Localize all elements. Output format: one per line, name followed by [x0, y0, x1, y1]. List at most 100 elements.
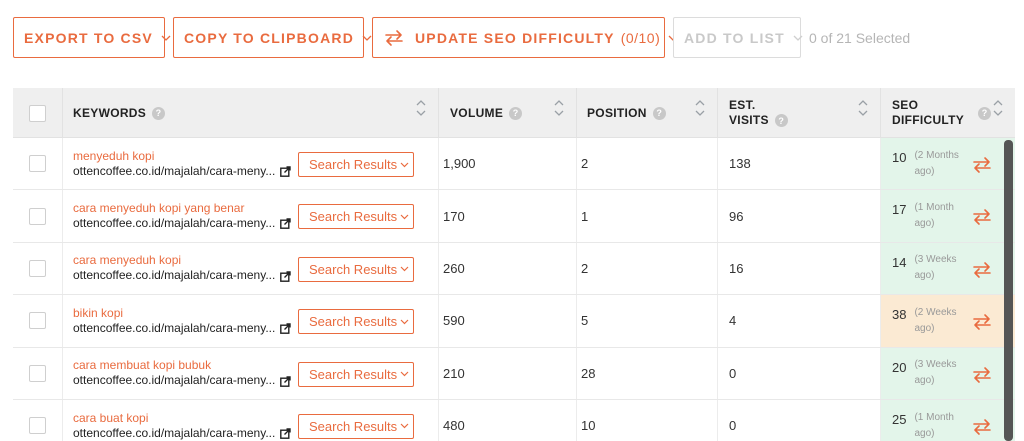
help-icon[interactable]: ? [978, 106, 992, 120]
search-results-label: Search Results [309, 366, 398, 382]
refresh-icon[interactable] [971, 417, 993, 437]
search-results-button[interactable]: Search Results [298, 152, 414, 177]
keyword-text: bikin kopi ottencoffee.co.id/majalah/car… [73, 306, 288, 336]
keyword-url: ottencoffee.co.id/majalah/cara-meny... [73, 163, 276, 178]
refresh-icon[interactable] [971, 365, 993, 385]
sort-icon[interactable] [695, 100, 705, 116]
external-link-icon[interactable] [280, 166, 291, 177]
visits-value: 0 [729, 365, 737, 381]
add-to-list-button[interactable]: ADD TO LIST [673, 17, 803, 58]
refresh-icon[interactable] [971, 155, 993, 175]
sort-icon[interactable] [993, 100, 1003, 116]
search-results-button[interactable]: Search Results [298, 361, 414, 387]
table-row: bikin kopi ottencoffee.co.id/majalah/car… [13, 295, 1015, 348]
visits-value: 138 [729, 156, 751, 172]
external-link-icon[interactable] [280, 428, 291, 439]
search-results-button[interactable]: Search Results [298, 204, 414, 230]
visits-value: 4 [729, 313, 737, 329]
keyword-link[interactable]: bikin kopi [73, 306, 288, 321]
volume-value: 210 [443, 365, 465, 381]
update-seo-difficulty-button[interactable]: UPDATE SEO DIFFICULTY (0/10) [372, 17, 678, 58]
header-volume-label: VOLUME [450, 106, 504, 120]
row-checkbox[interactable] [29, 312, 46, 330]
keyword-url: ottencoffee.co.id/majalah/cara-meny... [73, 216, 276, 231]
keyword-link[interactable]: menyeduh kopi [73, 149, 288, 164]
visits-cell: 138 [718, 138, 881, 190]
row-checkbox[interactable] [29, 417, 46, 435]
search-results-button[interactable]: Search Results [298, 309, 414, 335]
volume-cell: 260 [439, 242, 577, 295]
sort-icon[interactable] [858, 100, 868, 116]
copy-clipboard-button[interactable]: COPY TO CLIPBOARD [173, 17, 372, 58]
help-icon[interactable]: ? [774, 114, 788, 127]
header-position-label: POSITION [587, 106, 647, 120]
keyword-cell: cara menyeduh kopi yang benar ottencoffe… [63, 190, 439, 242]
table-row: cara membuat kopi bubuk ottencoffee.co.i… [13, 347, 1015, 400]
position-value: 5 [581, 313, 589, 329]
sync-icon [383, 28, 405, 48]
keyword-url: ottencoffee.co.id/majalah/cara-meny... [73, 425, 276, 440]
keywords-table: KEYWORDS ? VOLUME ? POSITION ? EST. VISI… [13, 88, 1015, 441]
help-icon[interactable]: ? [652, 106, 666, 120]
row-checkbox[interactable] [29, 155, 46, 173]
chevron-down-icon [362, 35, 372, 41]
keyword-link[interactable]: cara membuat kopi bubuk [73, 358, 288, 373]
position-cell: 1 [577, 190, 718, 242]
select-all-checkbox[interactable] [29, 104, 46, 122]
seo-updated-ago: (1 Month ago) [914, 202, 954, 230]
seo-difficulty-cell: 38 (2 Weeks ago) [881, 295, 1015, 347]
chevron-down-icon [400, 266, 409, 272]
chevron-down-icon [400, 162, 409, 168]
keyword-cell: bikin kopi ottencoffee.co.id/majalah/car… [63, 295, 439, 347]
keyword-url: ottencoffee.co.id/majalah/cara-meny... [73, 268, 276, 283]
header-keywords[interactable]: KEYWORDS ? [63, 88, 439, 138]
header-volume[interactable]: VOLUME ? [439, 88, 577, 138]
keyword-link[interactable]: cara menyeduh kopi yang benar [73, 201, 288, 216]
row-checkbox[interactable] [29, 364, 46, 382]
external-link-icon[interactable] [280, 375, 291, 387]
sort-icon[interactable] [416, 100, 426, 116]
chevron-down-icon [793, 35, 803, 41]
position-value: 1 [581, 208, 589, 224]
help-icon[interactable]: ? [509, 106, 523, 120]
table-row: cara buat kopi ottencoffee.co.id/majalah… [13, 399, 1015, 441]
header-est-visits[interactable]: EST. VISITS ? [718, 88, 881, 138]
seo-difficulty-cell: 17 (1 Month ago) [881, 190, 1015, 242]
seo-value: 10 [892, 150, 907, 165]
row-checkbox[interactable] [29, 259, 46, 277]
external-link-icon[interactable] [280, 323, 291, 335]
keyword-link[interactable]: cara menyeduh kopi [73, 253, 288, 268]
search-results-label: Search Results [309, 418, 398, 434]
export-csv-button[interactable]: EXPORT TO CSV [13, 17, 171, 58]
toolbar: EXPORT TO CSV COPY TO CLIPBOARD UPDATE S… [13, 17, 910, 58]
keyword-link[interactable]: cara buat kopi [73, 411, 288, 426]
visits-value: 0 [729, 418, 737, 434]
volume-value: 590 [443, 313, 465, 329]
external-link-icon[interactable] [280, 271, 291, 282]
search-results-button[interactable]: Search Results [298, 413, 414, 439]
refresh-icon[interactable] [971, 312, 993, 332]
keyword-text: cara menyeduh kopi ottencoffee.co.id/maj… [73, 253, 288, 283]
seo-value: 17 [892, 202, 907, 218]
table-body: menyeduh kopi ottencoffee.co.id/majalah/… [13, 138, 1015, 441]
sort-icon[interactable] [554, 100, 564, 116]
row-checkbox[interactable] [29, 207, 46, 225]
scrollbar[interactable] [1004, 140, 1013, 441]
keyword-text: cara membuat kopi bubuk ottencoffee.co.i… [73, 358, 288, 388]
help-icon[interactable]: ? [152, 106, 166, 120]
seo-updated-ago: (2 Weeks ago) [914, 306, 957, 334]
refresh-icon[interactable] [971, 260, 993, 280]
external-link-icon[interactable] [280, 218, 291, 230]
search-results-button[interactable]: Search Results [298, 256, 414, 282]
volume-cell: 480 [439, 399, 577, 441]
header-position[interactable]: POSITION ? [577, 88, 718, 138]
refresh-icon[interactable] [971, 207, 993, 227]
header-seo-difficulty[interactable]: SEO DIFFICULTY ? [881, 88, 1015, 138]
header-seo-line2: DIFFICULTY [892, 113, 965, 127]
volume-cell: 1,900 [439, 138, 577, 190]
visits-value: 96 [729, 208, 744, 224]
search-results-label: Search Results [309, 314, 398, 330]
seo-difficulty-cell: 10 (2 Months ago) [881, 138, 1015, 190]
position-cell: 28 [577, 347, 718, 399]
export-csv-label: EXPORT TO CSV [24, 29, 153, 46]
